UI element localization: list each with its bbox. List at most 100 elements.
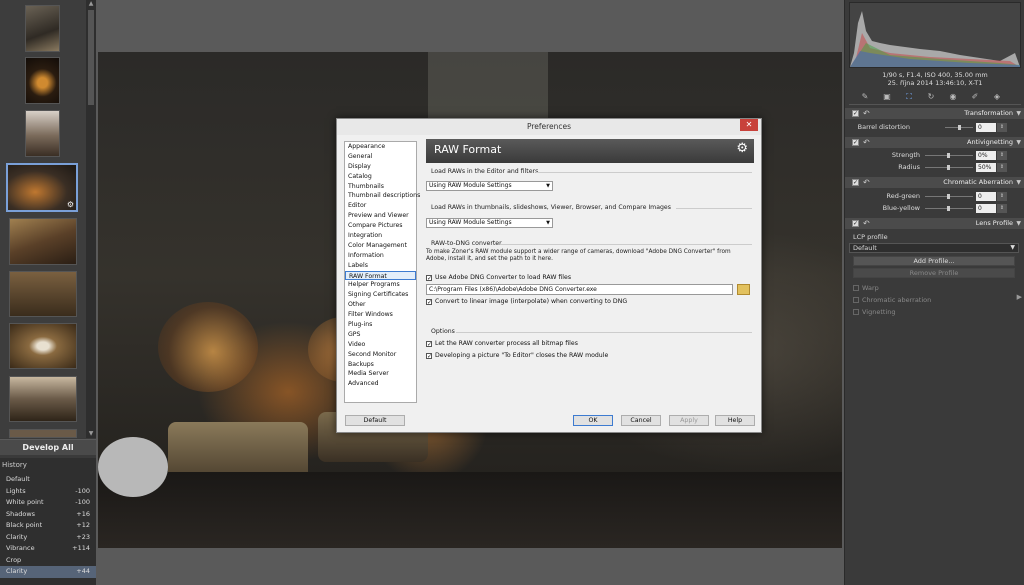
default-button[interactable]: Default	[345, 415, 405, 426]
expand-panel-icon[interactable]: ▶	[1017, 293, 1022, 301]
history-item[interactable]: Lights -100	[0, 486, 96, 498]
chevron-down-icon[interactable]: ▼	[1016, 108, 1021, 119]
rotate-icon[interactable]: ↻	[926, 92, 936, 102]
nav-item[interactable]: Filter Windows	[345, 310, 416, 320]
history-item[interactable]: White point -100	[0, 497, 96, 509]
history-item[interactable]: Black point +12	[0, 520, 96, 532]
red-green-value[interactable]: 0	[976, 192, 996, 201]
history-item[interactable]: Shadows +16	[0, 509, 96, 521]
nav-item[interactable]: Appearance	[345, 142, 416, 152]
nav-item[interactable]: Second Monitor	[345, 350, 416, 360]
section-lens-profile[interactable]: ✓ ↶ Lens Profile ▼	[845, 218, 1024, 229]
dng-path-input[interactable]: C:\Program Files (x86)\Adobe\Adobe DNG C…	[426, 284, 733, 295]
chevron-down-icon[interactable]: ▼	[1016, 177, 1021, 188]
nav-item[interactable]: Editor	[345, 201, 416, 211]
nav-item[interactable]: Preview and Viewer	[345, 211, 416, 221]
history-item-selected[interactable]: Clarity +44	[0, 566, 96, 578]
convert-linear-checkbox[interactable]: ✓ Convert to linear image (interpolate) w…	[426, 298, 627, 306]
redeye-icon[interactable]: ◉	[948, 92, 958, 102]
editor-raw-select[interactable]: Using RAW Module Settings ▼	[426, 181, 553, 191]
blue-yellow-value[interactable]: 0	[976, 204, 996, 213]
folder-icon[interactable]	[737, 284, 750, 295]
section-enable-checkbox[interactable]: ✓	[852, 110, 859, 117]
filter-icon[interactable]: ◈	[992, 92, 1002, 102]
close-raw-module-checkbox[interactable]: ✓ Developing a picture "To Editor" closes…	[426, 352, 608, 360]
radius-slider[interactable]: Radius 50% ⇕	[845, 162, 1024, 173]
develop-all-button[interactable]: Develop All	[0, 439, 96, 455]
nav-item[interactable]: Video	[345, 340, 416, 350]
nav-item[interactable]: Backups	[345, 360, 416, 370]
help-button[interactable]: Help	[715, 415, 755, 426]
remove-profile-button[interactable]: Remove Profile	[853, 268, 1015, 278]
dialog-titlebar[interactable]: Preferences ✕	[337, 119, 761, 135]
history-item[interactable]: Vibrance +114	[0, 543, 96, 555]
thumbnail[interactable]	[9, 376, 77, 422]
nav-item[interactable]: Information	[345, 251, 416, 261]
nav-item[interactable]: Plug-ins	[345, 320, 416, 330]
nav-item[interactable]: Thumbnail descriptions	[345, 191, 420, 201]
nav-item[interactable]: Labels	[345, 261, 416, 271]
filmstrip-scrollbar[interactable]: ▲ ▼	[86, 0, 96, 438]
slider-knob[interactable]	[947, 206, 950, 211]
lcp-profile-select[interactable]: Default ▼	[849, 243, 1019, 253]
barrel-distortion-value[interactable]: 0	[976, 123, 996, 132]
vignetting-checkbox[interactable]: Vignetting	[853, 308, 896, 316]
undo-icon[interactable]: ↶	[863, 137, 870, 148]
thumbnail[interactable]	[25, 57, 60, 104]
thumbnail[interactable]	[9, 271, 77, 317]
spinner-icon[interactable]: ⇕	[997, 123, 1007, 132]
red-green-slider[interactable]: Red-green 0 ⇕	[845, 191, 1024, 202]
thumbnail-selected[interactable]: ⚙	[6, 163, 78, 212]
spinner-icon[interactable]: ⇕	[997, 192, 1007, 201]
strength-value[interactable]: 0%	[976, 151, 996, 160]
brush-icon[interactable]: ✐	[970, 92, 980, 102]
nav-item[interactable]: Helper Programs	[345, 280, 416, 290]
use-dng-checkbox[interactable]: ✓ Use Adobe DNG Converter to load RAW fil…	[426, 274, 571, 282]
scroll-down-icon[interactable]: ▼	[87, 430, 95, 438]
close-button[interactable]: ✕	[740, 119, 758, 131]
chevron-down-icon[interactable]: ▼	[1016, 218, 1021, 229]
nav-item[interactable]: Catalog	[345, 172, 416, 182]
history-item[interactable]: Default	[0, 474, 96, 486]
scrollbar-thumb[interactable]	[88, 10, 94, 105]
section-antivignetting[interactable]: ✓ ↶ Antivignetting ▼	[845, 137, 1024, 148]
section-enable-checkbox[interactable]: ✓	[852, 179, 859, 186]
spinner-icon[interactable]: ⇕	[997, 163, 1007, 172]
nav-item[interactable]: Color Management	[345, 241, 416, 251]
ok-button[interactable]: OK	[573, 415, 613, 426]
chromatic-aberration-checkbox[interactable]: Chromatic aberration	[853, 296, 931, 304]
undo-icon[interactable]: ↶	[863, 108, 870, 119]
slider-knob[interactable]	[947, 153, 950, 158]
spinner-icon[interactable]: ⇕	[997, 151, 1007, 160]
thumbnail[interactable]	[9, 429, 77, 438]
section-enable-checkbox[interactable]: ✓	[852, 139, 859, 146]
chevron-down-icon[interactable]: ▼	[1016, 137, 1021, 148]
section-chromatic-aberration[interactable]: ✓ ↶ Chromatic Aberration ▼	[845, 177, 1024, 188]
nav-item[interactable]: Thumbnails	[345, 182, 416, 192]
nav-item[interactable]: Integration	[345, 231, 416, 241]
nav-item[interactable]: Other	[345, 300, 416, 310]
history-item[interactable]: Crop	[0, 555, 96, 567]
spinner-icon[interactable]: ⇕	[997, 204, 1007, 213]
nav-item[interactable]: Compare Pictures	[345, 221, 416, 231]
barrel-distortion-slider[interactable]: Barrel distortion 0 ⇕	[845, 122, 1024, 133]
blue-yellow-slider[interactable]: Blue-yellow 0 ⇕	[845, 203, 1024, 214]
crop-icon[interactable]: ⛶	[904, 92, 914, 102]
pipette-icon[interactable]: ✎	[860, 92, 870, 102]
undo-icon[interactable]: ↶	[863, 177, 870, 188]
thumbnail[interactable]	[9, 218, 77, 265]
nav-item[interactable]: RAW Format	[345, 270, 416, 281]
warp-checkbox[interactable]: Warp	[853, 284, 879, 292]
nav-item[interactable]: Media Server	[345, 369, 416, 379]
slider-knob[interactable]	[947, 194, 950, 199]
apply-button[interactable]: Apply	[669, 415, 709, 426]
strength-slider[interactable]: Strength 0% ⇕	[845, 150, 1024, 161]
cancel-button[interactable]: Cancel	[621, 415, 661, 426]
process-bitmaps-checkbox[interactable]: ✓ Let the RAW converter process all bitma…	[426, 340, 578, 348]
section-transformation[interactable]: ✓ ↶ Transformation ▼	[845, 108, 1024, 119]
thumbnail[interactable]	[9, 323, 77, 369]
scroll-up-icon[interactable]: ▲	[87, 0, 95, 8]
gear-icon[interactable]: ⚙	[67, 200, 74, 209]
nav-item[interactable]: Display	[345, 162, 416, 172]
thumbnail-raw-select[interactable]: Using RAW Module Settings ▼	[426, 218, 553, 228]
